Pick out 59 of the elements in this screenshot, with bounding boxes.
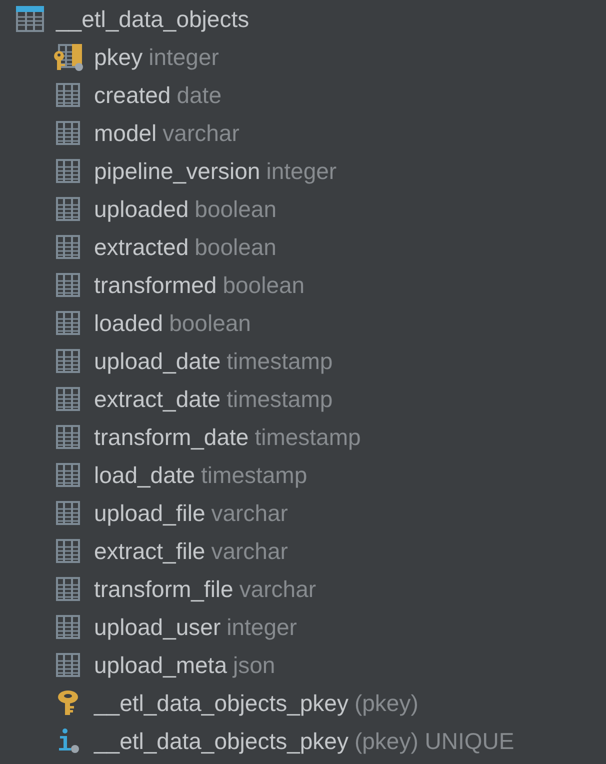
item-detail: boolean	[169, 308, 251, 338]
column-icon	[56, 615, 80, 639]
table-icon	[16, 6, 44, 32]
column-icon	[56, 501, 80, 525]
column-icon	[56, 121, 80, 145]
item-name[interactable]: transform_date	[94, 420, 249, 454]
key-icon	[57, 690, 79, 716]
item-name[interactable]: upload_date	[94, 344, 221, 378]
item-detail: date	[176, 80, 222, 110]
item-name[interactable]: extract_date	[94, 382, 221, 416]
item-name[interactable]: uploaded	[94, 192, 189, 226]
column-icon	[56, 159, 80, 183]
item-name[interactable]: __etl_data_objects_pkey	[94, 686, 348, 720]
item-detail: boolean	[194, 194, 277, 224]
item-detail: (pkey) UNIQUE	[354, 726, 514, 756]
item-detail: varchar	[211, 536, 288, 566]
item-detail: varchar	[239, 574, 316, 604]
item-name[interactable]: upload_user	[94, 610, 221, 644]
item-name[interactable]: model	[94, 116, 157, 150]
item-detail: timestamp	[201, 460, 308, 490]
item-detail: integer	[226, 612, 297, 642]
item-name[interactable]: pkey	[94, 40, 143, 74]
key-column-icon	[52, 43, 84, 71]
item-detail: timestamp	[254, 422, 361, 452]
item-name[interactable]: transformed	[94, 268, 217, 302]
item-name[interactable]: upload_file	[94, 496, 206, 530]
column-icon	[56, 349, 80, 373]
item-detail: (pkey)	[354, 688, 418, 718]
item-name[interactable]: upload_meta	[94, 648, 227, 682]
item-detail: integer	[148, 42, 219, 72]
column-icon	[56, 387, 80, 411]
item-detail: json	[233, 650, 276, 680]
column-icon	[56, 273, 80, 297]
column-icon	[56, 83, 80, 107]
item-name[interactable]: load_date	[94, 458, 196, 492]
column-icon	[56, 235, 80, 259]
column-icon	[56, 653, 80, 677]
item-detail: varchar	[211, 498, 288, 528]
item-name[interactable]: extract_file	[94, 534, 206, 568]
column-icon	[56, 197, 80, 221]
item-detail: boolean	[222, 270, 305, 300]
item-name[interactable]: __etl_data_objects_pkey	[94, 724, 348, 758]
item-name[interactable]: loaded	[94, 306, 164, 340]
item-detail: integer	[266, 156, 337, 186]
column-icon	[56, 539, 80, 563]
item-name[interactable]: created	[94, 78, 171, 112]
index-icon	[57, 727, 79, 755]
item-detail: timestamp	[226, 346, 333, 376]
item-name[interactable]: transform_file	[94, 572, 234, 606]
item-name[interactable]: extracted	[94, 230, 189, 264]
table-name[interactable]: __etl_data_objects	[56, 2, 250, 36]
column-icon	[56, 577, 80, 601]
column-icon	[56, 463, 80, 487]
column-icon	[56, 425, 80, 449]
item-detail: timestamp	[226, 384, 333, 414]
column-icon	[56, 311, 80, 335]
item-name[interactable]: pipeline_version	[94, 154, 260, 188]
item-detail: varchar	[162, 118, 240, 148]
item-detail: boolean	[194, 232, 276, 262]
